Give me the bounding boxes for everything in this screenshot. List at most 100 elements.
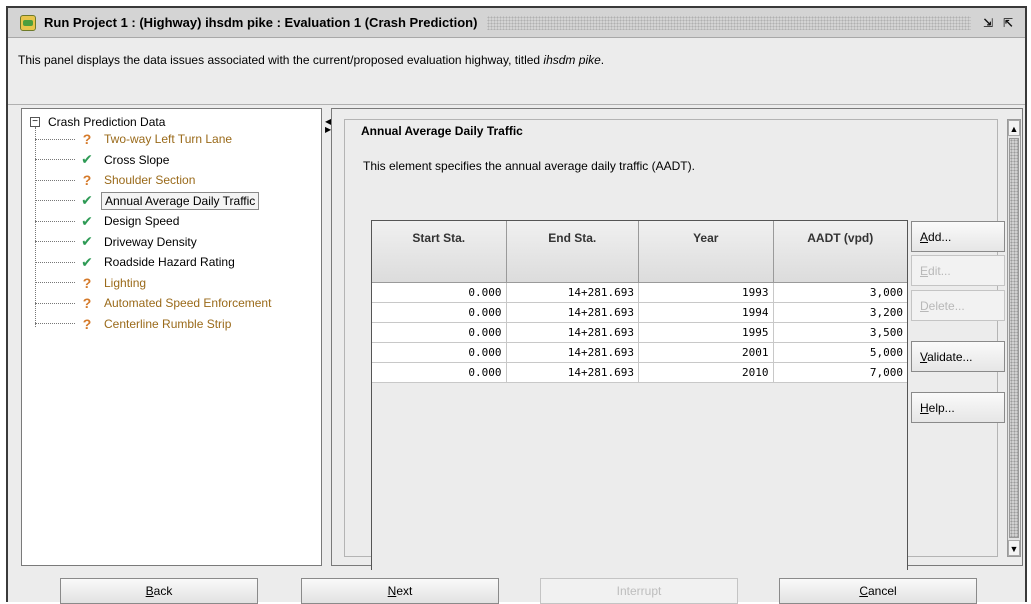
element-description: This element specifies the annual averag…	[363, 159, 695, 173]
tree-item-label: Roadside Hazard Rating	[104, 255, 235, 269]
tree-connector	[35, 159, 75, 160]
table-cell: 0.000	[372, 283, 507, 302]
window-title: Run Project 1 : (Highway) ihsdm pike : E…	[44, 15, 478, 30]
check-icon: ✔	[81, 233, 93, 249]
wizard-buttons: Back Next Interrupt Cancel	[8, 570, 1025, 604]
add-mnemonic: A	[920, 229, 929, 244]
scroll-thumb[interactable]	[1009, 138, 1019, 538]
tree-root-label: Crash Prediction Data	[48, 115, 166, 129]
question-icon: ?	[82, 295, 92, 311]
scroll-up-icon[interactable]: ▲	[1008, 120, 1020, 136]
highway-name: ihsdm pike	[543, 53, 601, 67]
table-cell: 14+281.693	[507, 283, 639, 302]
table-header: Start Sta. End Sta. Year AADT (vpd)	[372, 221, 907, 283]
tree-item[interactable]: ? Centerline Rumble Strip	[35, 314, 234, 334]
element-title: Annual Average Daily Traffic	[359, 124, 525, 138]
tree-item-label: Annual Average Daily Traffic	[101, 191, 260, 210]
table-cell: 3,200	[869, 306, 903, 319]
tree-item-label: Cross Slope	[104, 152, 170, 167]
tree-item-label: Design Speed	[104, 214, 180, 228]
collapse-icon[interactable]: −	[30, 117, 40, 127]
tree-item[interactable]: ? Lighting	[35, 273, 149, 293]
tree-connector	[35, 302, 75, 304]
table-cell: 0.000	[372, 303, 507, 322]
table-body: 0.000 14+281.693 1993 3,000 0.000 14+281.693 1…	[372, 283, 907, 383]
table-row[interactable]: 0.000 14+281.693 1995 3,500	[372, 323, 907, 343]
edit-label: dit...	[928, 263, 951, 278]
tree-item[interactable]: ✔ Roadside Hazard Rating	[35, 252, 238, 272]
check-icon: ✔	[81, 151, 93, 167]
validate-button[interactable]: Validate...	[911, 341, 1005, 372]
app-icon	[20, 14, 36, 31]
check-icon: ✔	[81, 192, 93, 208]
tree-connector	[35, 179, 75, 181]
maximize-icon[interactable]: ⇱	[1001, 16, 1015, 30]
column-header[interactable]: Year	[639, 221, 774, 282]
back-mnemonic: B	[145, 584, 154, 598]
table-cell: 3,500	[869, 326, 903, 339]
tree-item[interactable]: ? Shoulder Section	[35, 170, 198, 190]
aadt-table[interactable]: Start Sta. End Sta. Year AADT (vpd) 0.000 14…	[371, 220, 908, 573]
restore-icon[interactable]: ⇲	[981, 16, 995, 30]
tree-item-label: Two-way Left Turn Lane	[104, 132, 233, 146]
next-button[interactable]: Next	[301, 578, 499, 604]
table-cell: 0.000	[372, 343, 507, 362]
element-panel: Annual Average Daily Traffic This elemen…	[331, 108, 1023, 573]
column-header[interactable]: End Sta.	[506, 221, 639, 282]
tree-item-label: Automated Speed Enforcement	[104, 296, 272, 310]
back-button[interactable]: Back	[60, 578, 258, 604]
description-bar: This panel displays the data issues asso…	[8, 39, 1025, 105]
title-grip	[487, 15, 971, 30]
column-header[interactable]: AADT (vpd)	[773, 221, 907, 282]
cancel-label: ancel	[867, 584, 897, 598]
table-cell: 7,000	[869, 366, 903, 379]
vertical-scrollbar[interactable]: ▲ ▼	[1007, 119, 1021, 557]
title-bar[interactable]: Run Project 1 : (Highway) ihsdm pike : E…	[8, 8, 1025, 38]
tree-connector	[35, 282, 75, 283]
table-row[interactable]: 0.000 14+281.693 1994 3,200	[372, 303, 907, 323]
table-cell: 14+281.693	[507, 343, 639, 362]
edit-button: Edit...	[911, 255, 1005, 286]
description-prefix: This panel displays the data issues asso…	[18, 53, 544, 67]
tree-connector	[35, 220, 75, 222]
data-tree: − Crash Prediction Data ? Two-way Left Tu…	[21, 108, 322, 566]
table-row[interactable]: 0.000 14+281.693 1993 3,000	[372, 283, 907, 303]
table-cell: 0.000	[372, 323, 507, 342]
tree-item[interactable]: ✔ Cross Slope	[35, 150, 172, 170]
table-cell: 14+281.693	[507, 303, 639, 322]
interrupt-button: Interrupt	[540, 578, 738, 604]
tree-item[interactable]: ✔ Annual Average Daily Traffic	[35, 191, 260, 211]
table-cell: 5,000	[869, 346, 903, 359]
add-button[interactable]: Add...	[911, 221, 1005, 252]
tree-connector	[35, 138, 75, 140]
delete-button: Delete...	[911, 290, 1005, 321]
tree-item[interactable]: ✔ Design Speed	[35, 211, 182, 231]
tree-item-label: Shoulder Section	[104, 173, 196, 187]
tree-connector	[35, 241, 75, 242]
delete-mnemonic: D	[920, 298, 929, 313]
description-suffix: .	[600, 53, 605, 67]
scroll-down-icon[interactable]: ▼	[1008, 540, 1020, 556]
help-mnemonic: H	[920, 400, 929, 415]
table-cell: 1993	[639, 283, 774, 302]
help-button[interactable]: Help...	[911, 392, 1005, 423]
table-cell: 3,000	[869, 286, 903, 299]
delete-label: elete...	[928, 298, 965, 313]
question-icon: ?	[82, 315, 92, 332]
tree-item[interactable]: ? Two-way Left Turn Lane	[35, 129, 235, 149]
edit-mnemonic: E	[920, 263, 929, 278]
tree-connector	[35, 261, 75, 263]
run-project-window: Run Project 1 : (Highway) ihsdm pike : E…	[6, 6, 1027, 604]
check-icon: ✔	[81, 212, 93, 229]
column-header[interactable]: Start Sta.	[372, 221, 507, 282]
tree-item[interactable]: ? Automated Speed Enforcement	[35, 293, 274, 313]
cancel-button[interactable]: Cancel	[779, 578, 977, 604]
table-cell: 2001	[639, 343, 774, 362]
tree-connector	[35, 323, 75, 324]
help-label: elp...	[928, 400, 955, 415]
back-label: ack	[153, 584, 173, 598]
table-row[interactable]: 0.000 14+281.693 2010 7,000	[372, 363, 907, 383]
tree-item[interactable]: ✔ Driveway Density	[35, 232, 200, 252]
tree-root[interactable]: − Crash Prediction Data	[30, 115, 165, 129]
table-row[interactable]: 0.000 14+281.693 2001 5,000	[372, 343, 907, 363]
